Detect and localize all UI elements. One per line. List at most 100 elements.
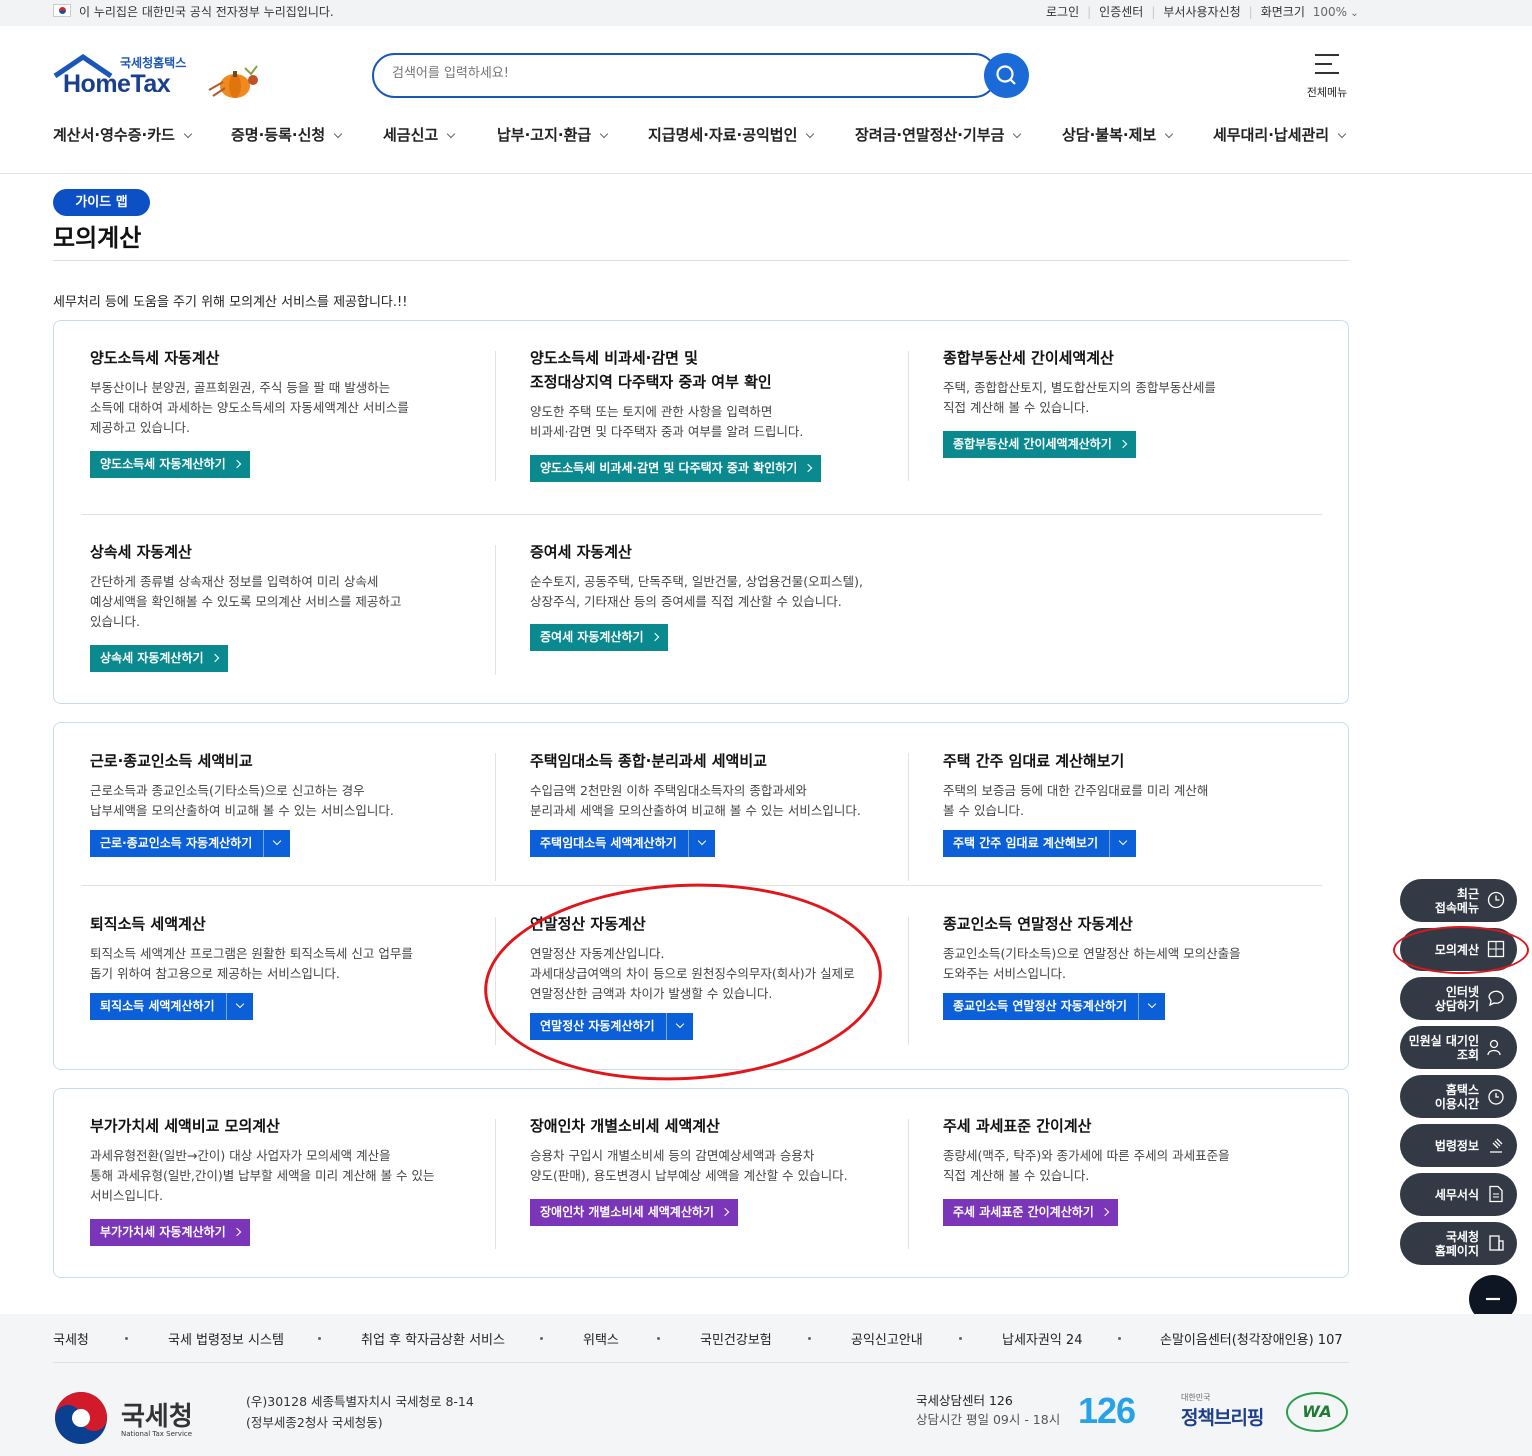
gift-tax-calc-button[interactable]: 증여세 자동계산하기 [530, 624, 668, 651]
cert-center-link[interactable]: 인증센터 [1091, 5, 1151, 19]
building-icon [1489, 1235, 1504, 1251]
search-button[interactable] [984, 53, 1029, 98]
card-title: 부가가치세 세액비교 모의계산 [90, 1117, 280, 1135]
gnb-item-incentive[interactable]: 장려금·연말정산·기부금 [855, 124, 1022, 145]
card-desc: 부동산이나 분양권, 골프회원권, 주식 등을 팔 때 발생하는 소득에 대하여… [90, 380, 409, 435]
card-deemed-rent: 주택 간주 임대료 계산해보기 주택의 보증금 등에 대한 간주임대료를 미리 … [943, 749, 1303, 821]
card-disabled-vehicle: 장애인차 개별소비세 세액계산 승용차 구입시 개별소비세 등의 감면예상세액과… [530, 1114, 900, 1186]
quick-waiting-lookup[interactable]: 민원실 대기인 조회 [1400, 1026, 1517, 1069]
search-input[interactable] [392, 66, 972, 81]
hometax-logo[interactable]: 국세청홈택스 HomeTax [53, 52, 268, 102]
footer-link[interactable]: 국세 법령정보 시스템 [168, 1329, 284, 1348]
page-title: 모의계산 [53, 224, 142, 252]
annotation-circle [1393, 926, 1529, 974]
gnb-item-payment-statement[interactable]: 지급명세·자료·공익법인 [648, 124, 815, 145]
logo-title: HomeTax [63, 70, 171, 98]
chevron-down-icon: ⌄ [1347, 8, 1359, 19]
card-desc: 종교인소득(기타소득)으로 연말정산 하는세액 모의산출을 도와주는 서비스입니… [943, 946, 1241, 981]
card-desc: 양도한 주택 또는 토지에 관한 사항을 입력하면 비과세·감면 및 다주택자 … [530, 404, 804, 439]
gov-banner: 이 누리집은 대한민국 공식 전자정부 누리집입니다. 로그인 | 인증센터 | 부서사… [0, 0, 1532, 26]
chevron-down-icon [1013, 129, 1022, 139]
card-desc: 순수토지, 공동주택, 단독주택, 일반건물, 상업용건물(오피스텔), 상장주… [530, 574, 864, 609]
dropdown-toggle[interactable] [263, 830, 290, 857]
pumpkin-icon [208, 65, 258, 98]
chevron-down-icon [599, 129, 609, 139]
footer-link[interactable]: 손말이음센터(청각장애인용) 107 [1160, 1329, 1343, 1348]
header-divider [0, 173, 1532, 174]
quick-recent-menu[interactable]: 최근 접속메뉴 [1400, 879, 1517, 922]
chevron-right-icon [1100, 1207, 1110, 1217]
inheritance-calc-button[interactable]: 상속세 자동계산하기 [90, 645, 228, 672]
card-capital-gains-exemption: 양도소득세 비과세·감면 및 조정대상지역 다주택자 중과 여부 확인 양도한 … [530, 346, 890, 442]
card-comprehensive-real-estate: 종합부동산세 간이세액계산 주택, 종합합산토지, 별도합산토지의 종합부동산세… [943, 346, 1303, 418]
nts-logo[interactable]: 국세청 National Tax Service [53, 1390, 193, 1450]
vat-calc-button[interactable]: 부가가치세 자동계산하기 [90, 1219, 250, 1246]
exemption-check-button[interactable]: 양도소득세 비과세·감면 및 다주택자 중과 확인하기 [530, 455, 822, 482]
gnb-item-agent[interactable]: 세무대리·납세관리 [1213, 124, 1347, 145]
footer-link[interactable]: 국민건강보험 [700, 1329, 772, 1348]
retirement-calc-button[interactable]: 퇴직소득 세액계산하기 [90, 993, 253, 1020]
dropdown-toggle[interactable] [225, 993, 253, 1020]
chevron-down-icon [806, 129, 815, 139]
card-title: 양도소득세 비과세·감면 및 조정대상지역 다주택자 중과 여부 확인 [530, 349, 772, 391]
chat-icon [1488, 990, 1504, 1007]
card-desc: 승용차 구입시 개별소비세 등의 감면예상세액과 승용차 양도(판매), 용도변… [530, 1148, 848, 1183]
chevron-down-icon [333, 129, 343, 139]
gavel-icon [1490, 1138, 1503, 1153]
quick-tax-forms[interactable]: 세무서식 [1400, 1173, 1517, 1216]
gnb-item-tax-filing[interactable]: 세금신고 [383, 124, 456, 145]
footer-link[interactable]: 납세자권익 24 [1002, 1329, 1082, 1348]
capital-gains-calc-button[interactable]: 양도소득세 자동계산하기 [90, 451, 250, 478]
quick-service-hours[interactable]: 홈택스 이용시간 [1400, 1075, 1517, 1118]
login-link[interactable]: 로그인 [1038, 5, 1087, 19]
footer-link[interactable]: 국세청 [53, 1329, 89, 1348]
dropdown-toggle[interactable] [1109, 830, 1136, 857]
all-menu-button[interactable]: 전체메뉴 [1300, 54, 1354, 99]
document-icon [1489, 1185, 1503, 1203]
religious-income-calc-button[interactable]: 근로·종교인소득 자동계산하기 [90, 830, 291, 857]
policy-briefing-logo[interactable]: 대한민국 정책브리핑 [1181, 1392, 1264, 1430]
call-126-logo[interactable]: 126 [1078, 1390, 1136, 1432]
card-gift-tax: 증여세 자동계산 순수토지, 공동주택, 단독주택, 일반건물, 상업용건물(오… [530, 540, 900, 612]
dropdown-toggle[interactable] [1137, 993, 1165, 1020]
card-vat: 부가가치세 세액비교 모의계산 과세유형전환(일반→간이) 대상 사업자가 모의… [90, 1114, 460, 1206]
footer-link[interactable]: 취업 후 학자금상환 서비스 [361, 1329, 505, 1348]
guide-map-badge[interactable]: 가이드 맵 [53, 189, 150, 216]
religious-year-end-calc-button[interactable]: 종교인소득 연말정산 자동계산하기 [943, 993, 1165, 1020]
card-title: 증여세 자동계산 [530, 543, 632, 561]
quick-online-consult[interactable]: 인터넷 상담하기 [1400, 977, 1517, 1020]
footer-address: (우)30128 세종특별자치시 국세청로 8-14 (정부세종2청사 국세청동… [246, 1394, 474, 1430]
quick-law-info[interactable]: 법령정보 [1400, 1124, 1517, 1167]
disabled-vehicle-calc-button[interactable]: 장애인차 개별소비세 세액계산하기 [530, 1199, 738, 1226]
chevron-down-icon [1164, 129, 1174, 139]
screen-size-label: 화면크기 [1260, 5, 1305, 19]
card-capital-gains: 양도소득세 자동계산 부동산이나 분양권, 골프회원권, 주식 등을 팔 때 발… [90, 346, 450, 438]
alarm-clock-icon [1488, 1089, 1504, 1105]
person-search-icon [1487, 1039, 1501, 1056]
footer-link[interactable]: 위택스 [583, 1329, 619, 1348]
dropdown-toggle[interactable] [687, 830, 715, 857]
chevron-right-icon [1118, 439, 1127, 449]
chevron-down-icon [446, 129, 456, 139]
card-desc: 주택의 보증금 등에 대한 간주임대료를 미리 계산해 볼 수 있습니다. [943, 783, 1209, 818]
footer: 국세청 국세 법령정보 시스템 취업 후 학자금상환 서비스 위택스 국민건강보… [0, 1314, 1532, 1456]
chevron-right-icon [720, 1207, 730, 1217]
dept-user-link[interactable]: 부서사용자신청 [1155, 5, 1248, 19]
card-religious-year-end: 종교인소득 연말정산 자동계산 종교인소득(기타소득)으로 연말정산 하는세액 … [943, 912, 1303, 984]
liquor-tax-calc-button[interactable]: 주세 과세표준 간이계산하기 [943, 1199, 1118, 1226]
footer-link[interactable]: 공익신고안내 [851, 1329, 923, 1348]
chevron-down-icon [1337, 129, 1347, 139]
quick-nts-homepage[interactable]: 국세청 홈페이지 [1400, 1222, 1517, 1265]
card-title: 주택 간주 임대료 계산해보기 [943, 752, 1125, 770]
card-desc: 간단하게 종류별 상속재산 정보를 입력하여 미리 상속세 예상세액을 확인해볼… [90, 574, 402, 629]
housing-rental-calc-button[interactable]: 주택임대소득 세액계산하기 [530, 830, 715, 857]
search-icon [996, 65, 1016, 85]
gnb-item-payment[interactable]: 납부·고지·환급 [497, 124, 609, 145]
real-estate-calc-button[interactable]: 종합부동산세 간이세액계산하기 [943, 431, 1136, 458]
zoom-select[interactable]: 100% [1313, 5, 1347, 19]
gnb-item-certificate[interactable]: 증명·등록·신청 [231, 124, 343, 145]
logo-subtitle: 국세청홈택스 [120, 56, 187, 70]
deemed-rent-calc-button[interactable]: 주택 간주 임대료 계산해보기 [943, 830, 1137, 857]
gnb-item-consult[interactable]: 상담·불복·제보 [1062, 124, 1174, 145]
gnb-item-invoice[interactable]: 계산서·영수증·카드 [53, 124, 193, 145]
